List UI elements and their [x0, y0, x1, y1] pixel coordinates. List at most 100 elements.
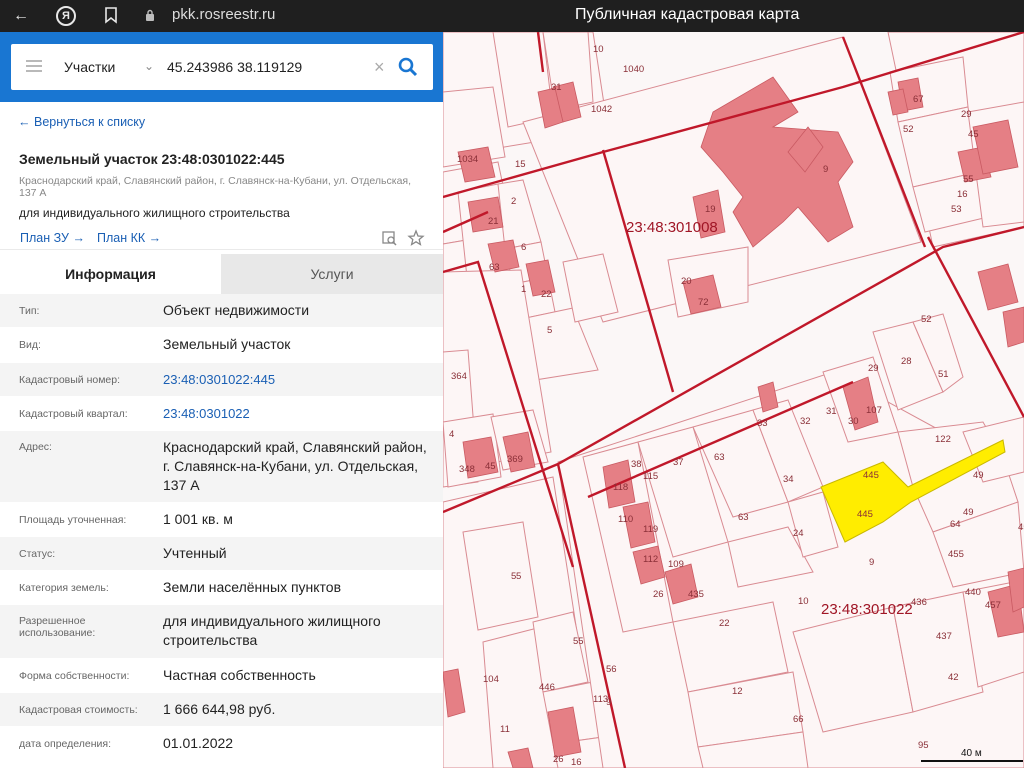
back-link-label: Вернуться к списку — [33, 115, 146, 129]
parcel-number-label: 64 — [950, 519, 961, 530]
chevron-down-icon[interactable]: ⌄ — [144, 44, 154, 88]
parcel-number-label: 1042 — [591, 104, 612, 115]
properties-list: Тип: Объект недвижимости Вид: Земельный уча… — [0, 294, 443, 761]
parcel-number-label: 11 — [500, 724, 510, 735]
parcel-number-label: 95 — [918, 740, 929, 751]
property-row: Кадастровый номер: 23:48:0301022:445 — [0, 363, 443, 397]
parcel-number-label: 28 — [901, 356, 912, 367]
search-bar-area: Участки ⌄ 45.243986 38.119129 × ‹ — [0, 32, 443, 102]
property-label: Тип: — [19, 305, 40, 317]
parcel-number-label: 72 — [698, 297, 709, 308]
parcel-number-label: 56 — [606, 664, 617, 675]
page-title: Публичная кадастровая карта — [575, 6, 800, 23]
property-label: дата определения: — [19, 738, 112, 750]
parcel-number-label: 119 — [643, 524, 658, 535]
parcel-number-label: 435 — [688, 589, 704, 600]
property-row: Категория земель: Земли населённых пункто… — [0, 571, 443, 605]
property-row: Статус: Учтенный — [0, 537, 443, 571]
property-value-link[interactable]: 23:48:0301022 — [163, 404, 428, 423]
parcel-number-label: 118 — [613, 482, 628, 493]
parcel-number-label: 16 — [571, 757, 582, 768]
property-value: 1 666 644,98 руб. — [163, 701, 276, 717]
parcel-number-label: 38 — [631, 459, 642, 470]
parcel-number-label: 1 — [521, 284, 526, 295]
parcel-number-label: 445 — [863, 470, 879, 481]
parcel-number-label: 63 — [714, 452, 725, 463]
search-icon[interactable] — [397, 56, 419, 78]
parcel-number-label: 26 — [653, 589, 664, 600]
property-row: Кадастровый квартал: 23:48:0301022 — [0, 397, 443, 431]
parcel-number-label: 12 — [732, 686, 743, 697]
lock-icon — [146, 9, 154, 21]
parcel-number-label: 55 — [573, 636, 584, 647]
tab-info[interactable]: Информация — [0, 254, 221, 294]
yandex-icon[interactable]: Я — [56, 6, 76, 26]
parcel-number-label: 10 — [593, 44, 604, 55]
property-value: Земельный участок — [163, 336, 291, 352]
browser-toolbar: ← Я pkk.rosreestr.ru Публичная кадастров… — [0, 0, 1024, 32]
property-value: 01.01.2022 — [163, 735, 234, 751]
property-value: для индивидуального жилищного строительс… — [163, 613, 381, 648]
parcel-number-label: 31 — [826, 406, 837, 417]
star-icon[interactable] — [407, 229, 425, 247]
parcel-number-label: 364 — [451, 371, 467, 382]
search-input[interactable]: 45.243986 38.119129 — [167, 44, 302, 90]
parcel-number-label: 1034 — [457, 154, 478, 165]
object-title: Земельный участок 23:48:0301022:445 — [19, 151, 285, 167]
map-canvas[interactable]: 23:48:301008 23:48:301022 10311042104067… — [443, 32, 1024, 768]
zoom-to-object-icon[interactable] — [381, 229, 399, 247]
parcel-number-label: 115 — [643, 471, 658, 482]
property-value-link[interactable]: 23:48:0301022:445 — [163, 370, 428, 389]
parcel-number-label: 49 — [973, 470, 984, 481]
info-panel: Участки ⌄ 45.243986 38.119129 × ‹ ← Верн… — [0, 32, 443, 768]
quarter-label-301008: 23:48:301008 — [626, 219, 718, 236]
plan-zu-link[interactable]: План ЗУ → — [20, 231, 85, 245]
property-value: Объект недвижимости — [163, 302, 310, 318]
parcel-number-label: 26 — [553, 754, 564, 765]
parcel-number-label: 29 — [868, 363, 879, 374]
address-bar-url[interactable]: pkk.rosreestr.ru — [172, 0, 275, 32]
clear-icon[interactable]: × — [374, 44, 385, 90]
property-value: Краснодарский край, Славянский район, г.… — [163, 439, 427, 493]
parcel-number-label: 33 — [757, 418, 768, 429]
parcel-number-label: 31 — [551, 82, 562, 93]
parcel-number-label: 440 — [965, 587, 981, 598]
search-box: Участки ⌄ 45.243986 38.119129 × — [11, 44, 433, 90]
parcel-number-label: 22 — [541, 289, 552, 300]
property-label: Разрешенное использование: — [19, 615, 96, 639]
parcel-number-label: 107 — [866, 405, 882, 416]
tab-services[interactable]: Услуги — [221, 254, 443, 294]
parcel-number-label: 5 — [516, 571, 521, 582]
plan-kk-label: План КК — [97, 231, 146, 245]
parcel-number-label: 53 — [951, 204, 962, 215]
parcel-number-label: 52 — [921, 314, 932, 325]
property-label: Форма собственности: — [19, 670, 130, 682]
property-label: Адрес: — [19, 441, 52, 453]
back-to-list-link[interactable]: ← Вернуться к списку — [18, 115, 145, 129]
property-label: Площадь уточненная: — [19, 514, 127, 526]
cadastral-map[interactable]: 23:48:301008 23:48:301022 10 31 1042 1040 67… — [443, 32, 1024, 768]
parcel-number-label: 457 — [985, 600, 1001, 611]
parcel-number-label: 369 — [507, 454, 523, 465]
bookmark-icon[interactable] — [100, 6, 122, 26]
parcel-number-label: 29 — [961, 109, 972, 120]
parcel-number-label: 4 — [449, 429, 454, 440]
parcel-number-label: 452 — [1018, 522, 1024, 533]
menu-icon[interactable] — [26, 60, 42, 72]
parcel-number-label: 37 — [673, 457, 684, 468]
arrow-left-icon[interactable]: ← — [10, 6, 32, 26]
plan-kk-link[interactable]: План КК → — [97, 231, 161, 245]
parcel-number-label: 348 — [459, 464, 475, 475]
property-value: 1 001 кв. м — [163, 511, 233, 527]
property-row: Кадастровая стоимость: 1 666 644,98 руб. — [0, 693, 443, 727]
property-value: Земли населённых пунктов — [163, 579, 342, 595]
property-value: Частная собственность — [163, 667, 316, 683]
search-type-select[interactable]: Участки — [64, 44, 115, 90]
parcel-number-label: 112 — [643, 554, 658, 565]
property-row: Вид: Земельный участок — [0, 328, 443, 363]
parcel-number-label: 45 — [968, 129, 979, 140]
property-label: Кадастровая стоимость: — [19, 704, 138, 716]
parcel-number-label: 66 — [793, 714, 804, 725]
parcel-number-label: 9 — [869, 557, 874, 568]
property-row: Тип: Объект недвижимости — [0, 294, 443, 328]
